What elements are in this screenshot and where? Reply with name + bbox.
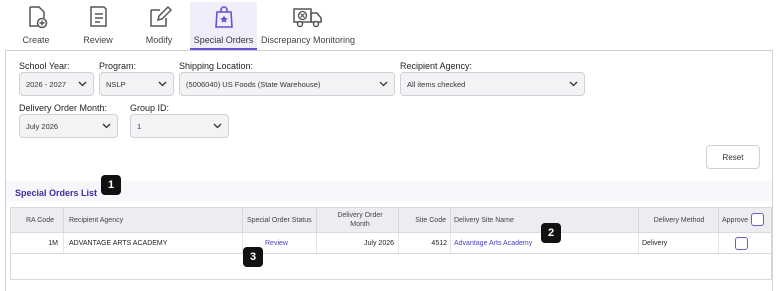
chevron-down-icon <box>379 81 388 87</box>
edit-icon <box>150 5 172 27</box>
col-special-order-status[interactable]: Special Order Status <box>247 208 312 232</box>
reset-button[interactable]: Reset <box>706 145 760 169</box>
col-approve: Approve <box>722 216 749 224</box>
group-id-select[interactable]: 1 <box>130 114 229 138</box>
review-document-icon <box>90 6 107 27</box>
delivery-month-select[interactable]: July 2026 <box>19 114 118 138</box>
shipping-location-label: Shipping Location: <box>179 61 254 71</box>
shipping-location-select[interactable]: (5006040) US Foods (State Warehouse) <box>179 72 395 96</box>
col-delivery-site-name[interactable]: Delivery Site Name <box>454 208 514 232</box>
special-orders-label: Special Orders <box>193 35 254 45</box>
discrepancy-label: Discrepancy Monitoring <box>260 35 356 45</box>
cell-site-code: 4512 <box>431 239 447 247</box>
shopping-bag-star-icon <box>214 6 233 28</box>
table-empty-row <box>10 254 772 280</box>
annotation-badge-2: 2 <box>541 223 561 243</box>
recipient-agency-value: All items checked <box>407 79 466 89</box>
shipping-location-value: (5006040) US Foods (State Warehouse) <box>186 79 321 89</box>
special-orders-panel: School Year: 2026 - 2027 Program: NSLP S… <box>5 50 773 291</box>
table-row: 1M ADVANTAGE ARTS ACADEMY Review July 20… <box>10 233 772 254</box>
group-id-value: 1 <box>137 121 142 131</box>
col-delivery-order-month-line1: Delivery Order <box>337 212 383 219</box>
recipient-agency-label: Recipient Agency: <box>400 61 473 71</box>
col-recipient-agency[interactable]: Recipient Agency <box>69 208 123 232</box>
modify-tool[interactable]: Modify <box>137 2 181 50</box>
review-status-link[interactable]: Review <box>265 233 288 253</box>
program-select[interactable]: NSLP <box>99 72 174 96</box>
col-delivery-method[interactable]: Delivery Method <box>639 208 719 232</box>
review-tool[interactable]: Review <box>76 2 120 50</box>
annotation-badge-1: 1 <box>101 175 121 195</box>
program-label: Program: <box>99 61 137 71</box>
group-id-label: Group ID: <box>130 103 170 113</box>
delivery-month-value: July 2026 <box>26 121 59 131</box>
top-toolbar: Create Review Modify Special Orders Disc… <box>0 0 780 50</box>
chevron-down-icon <box>213 123 222 129</box>
delivery-month-label: Delivery Order Month: <box>19 103 108 113</box>
cell-delivery-method: Delivery <box>642 239 668 247</box>
annotation-badge-3: 3 <box>243 247 263 267</box>
table-header: RA Code Recipient Agency Special Order S… <box>10 207 772 233</box>
review-label: Review <box>83 35 113 45</box>
create-document-icon <box>29 6 48 29</box>
approve-row-checkbox[interactable] <box>735 237 748 250</box>
col-delivery-order-month-line2: Month <box>350 221 370 228</box>
col-delivery-order-month[interactable]: Delivery Order Month <box>317 208 403 232</box>
col-site-code[interactable]: Site Code <box>399 208 450 232</box>
chevron-down-icon <box>78 81 87 87</box>
chevron-down-icon <box>102 123 111 129</box>
approve-all-checkbox[interactable] <box>751 213 764 226</box>
program-value: NSLP <box>106 79 126 89</box>
cell-recipient-agency: ADVANTAGE ARTS ACADEMY <box>69 239 168 247</box>
cell-ra-code: 1M <box>48 239 58 247</box>
create-label: Create <box>22 35 50 45</box>
delivery-site-link[interactable]: Advantage Arts Academy <box>454 233 532 253</box>
school-year-select[interactable]: 2026 - 2027 <box>19 72 94 96</box>
chevron-down-icon <box>569 81 578 87</box>
school-year-value: 2026 - 2027 <box>26 79 67 89</box>
cell-delivery-month: July 2026 <box>364 239 394 247</box>
delivery-truck-icon <box>293 8 322 28</box>
special-orders-tool[interactable]: Special Orders <box>190 2 257 50</box>
create-tool[interactable]: Create <box>14 2 58 50</box>
recipient-agency-select[interactable]: All items checked <box>400 72 585 96</box>
col-ra-code[interactable]: RA Code <box>11 208 58 232</box>
discrepancy-tool[interactable]: Discrepancy Monitoring <box>258 2 358 50</box>
special-orders-list-title: Special Orders List <box>15 188 98 198</box>
chevron-down-icon <box>158 81 167 87</box>
modify-label: Modify <box>145 35 173 45</box>
school-year-label: School Year: <box>19 61 70 71</box>
